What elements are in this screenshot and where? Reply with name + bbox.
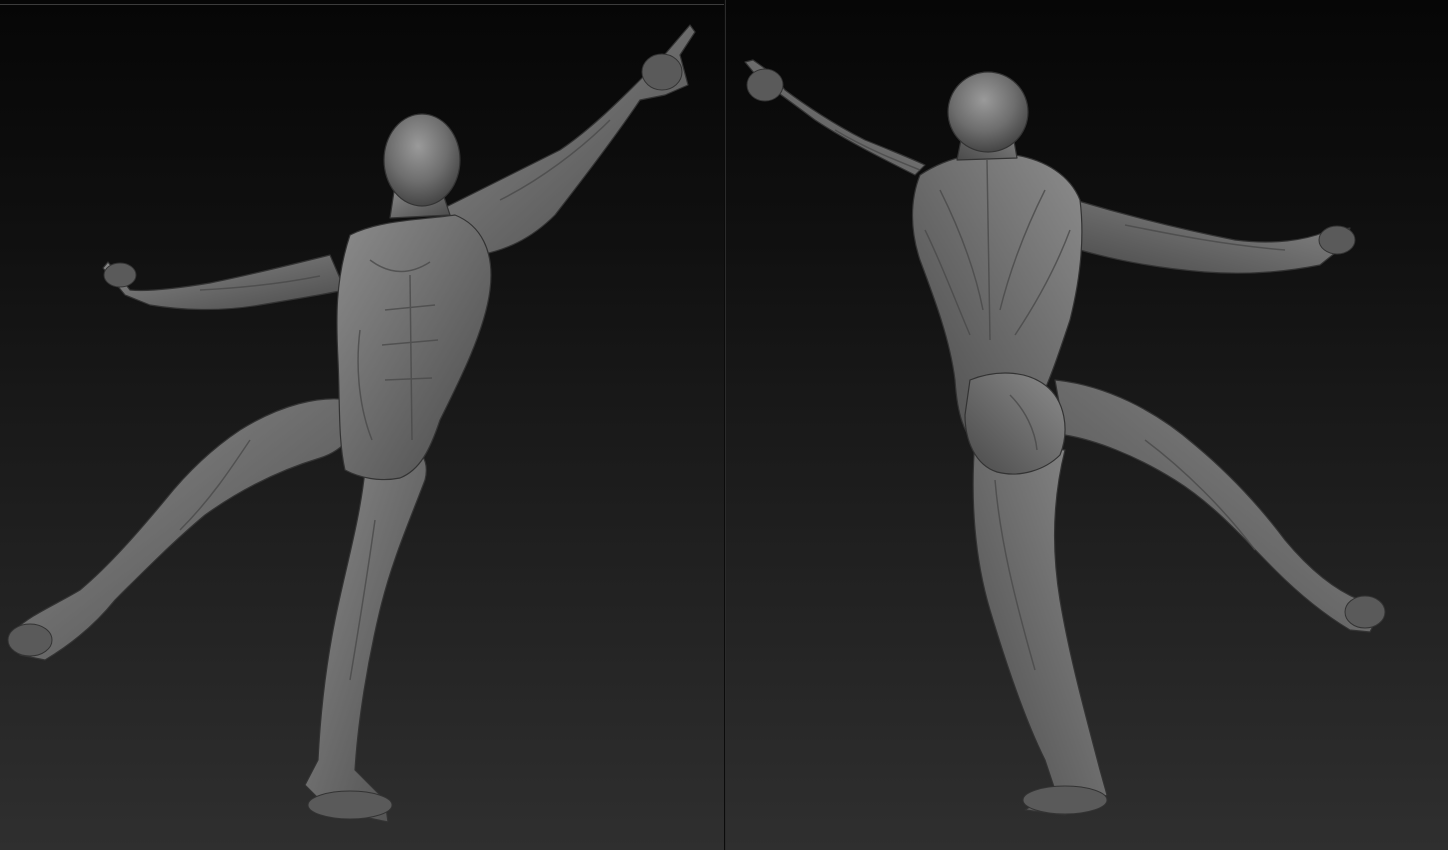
open-hand	[103, 262, 137, 288]
viewport-front[interactable]	[0, 0, 724, 850]
viewport-back[interactable]	[725, 0, 1448, 850]
pointing-hand	[641, 53, 683, 91]
zbrush-canvas	[0, 0, 1448, 850]
pointing-hand	[746, 68, 784, 102]
head	[383, 113, 461, 207]
raised-leg	[14, 398, 357, 661]
torso	[336, 214, 492, 481]
raised-foot	[1344, 595, 1386, 629]
standing-leg	[304, 444, 427, 823]
extended-arm	[102, 254, 346, 311]
sculpt-figure-back[interactable]	[725, 0, 1448, 850]
raised-foot	[7, 623, 53, 657]
extended-arm	[1074, 199, 1351, 274]
sculpt-figure-front[interactable]	[0, 0, 724, 850]
glutes	[964, 372, 1066, 475]
open-hand	[1318, 225, 1356, 255]
standing-foot	[307, 790, 393, 820]
standing-leg	[972, 439, 1108, 816]
head	[947, 71, 1029, 153]
standing-foot	[1022, 785, 1108, 815]
